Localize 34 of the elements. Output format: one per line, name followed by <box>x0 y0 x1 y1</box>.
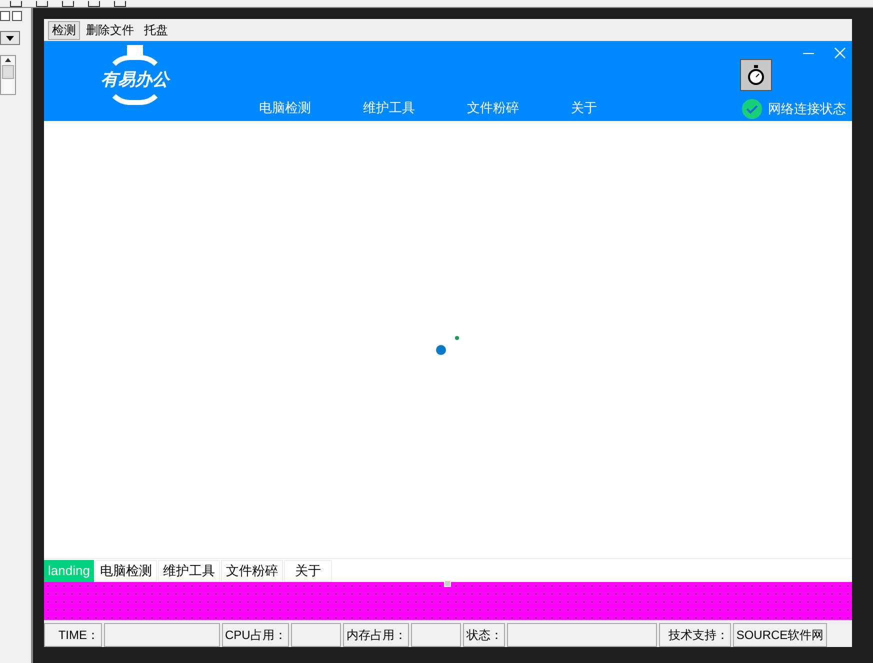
nav-link[interactable]: 关于 <box>571 98 675 117</box>
stopwatch-button[interactable] <box>740 59 772 91</box>
scrollbar[interactable] <box>0 55 16 95</box>
menu-item[interactable]: 托盘 <box>140 21 172 40</box>
status-label: 状态： <box>463 623 506 647</box>
stopwatch-icon <box>747 65 765 85</box>
menu-item[interactable]: 检测 <box>48 21 80 40</box>
nav-link[interactable]: 维护工具 <box>363 98 467 117</box>
nav-link[interactable]: 文件粉碎 <box>467 98 571 117</box>
tab[interactable]: 电脑检测 <box>94 560 157 582</box>
scroll-up-arrow-icon[interactable] <box>5 58 11 62</box>
status-label: TIME： <box>44 623 102 647</box>
tab[interactable]: 关于 <box>284 560 332 582</box>
status-value-field <box>411 623 462 647</box>
tab[interactable]: 维护工具 <box>158 560 220 582</box>
restore-icon[interactable] <box>0 11 10 21</box>
toolbar-icon[interactable] <box>36 1 48 7</box>
toolbar-icon[interactable] <box>62 1 74 7</box>
nav-link[interactable]: 电脑检测 <box>259 98 363 117</box>
status-label: 内存占用： <box>343 623 410 647</box>
minimize-icon[interactable] <box>803 52 814 54</box>
status-label: SOURCE软件网 <box>733 623 827 647</box>
status-label: 技术支持： <box>659 623 732 647</box>
resize-handle[interactable] <box>444 580 451 587</box>
status-value-field <box>291 623 342 647</box>
network-status-label: 网络连接状态 <box>768 100 846 118</box>
toolbar-icon[interactable] <box>88 1 100 7</box>
toolbar-icon[interactable] <box>114 1 126 7</box>
logo: 有易办公 <box>91 41 179 121</box>
status-label: CPU占用： <box>222 623 290 647</box>
menu-item[interactable]: 删除文件 <box>82 21 138 40</box>
loading-spinner-icon <box>436 334 460 354</box>
tab[interactable]: 文件粉碎 <box>220 560 283 582</box>
toolbar-icon[interactable] <box>10 1 22 7</box>
